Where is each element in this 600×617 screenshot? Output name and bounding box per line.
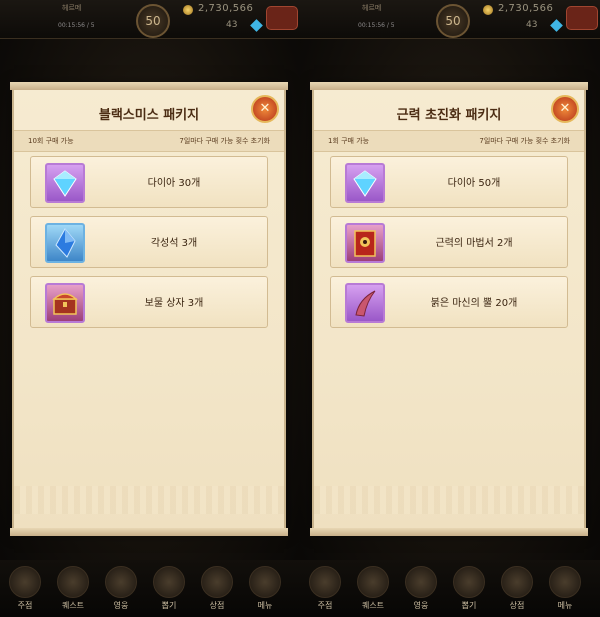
purchase-limit: 1회 구매 가능 <box>328 137 370 145</box>
hero-icon <box>105 566 137 598</box>
scroll-footer-trim <box>14 486 284 514</box>
quest-icon <box>57 566 89 598</box>
gem-icon <box>250 19 263 32</box>
item-label: 근력의 마법서 2개 <box>435 238 513 249</box>
nav-hero[interactable]: 영웅 <box>102 566 140 616</box>
close-button[interactable]: ✕ <box>551 95 579 123</box>
package-item[interactable]: 보물 상자 3개 <box>30 276 268 328</box>
gem-icon <box>550 19 563 32</box>
right-screen: 헤르메 00:15:56 / 5 50 2,730,566 43 근력 초진화 … <box>300 0 600 617</box>
scroll-top-rod <box>10 82 288 90</box>
gold-amount: 2,730,566 <box>198 3 254 14</box>
diamond-icon <box>45 163 85 203</box>
nav-menu[interactable]: 메뉴 <box>546 566 584 616</box>
player-name: 헤르메 <box>62 4 82 12</box>
package-dialog: 근력 초진화 패키지 ✕ 1회 구매 가능 7일마다 구매 가능 횟수 초기화 … <box>310 82 588 536</box>
bottom-nav: 주점 퀘스트 영웅 뽑기 상점 메뉴 <box>0 560 300 617</box>
player-name: 헤르메 <box>362 4 382 12</box>
treasure-chest-icon <box>45 283 85 323</box>
gold-amount: 2,730,566 <box>498 3 554 14</box>
purchase-info-bar: 10회 구매 가능 7일마다 구매 가능 횟수 초기화 <box>14 130 284 152</box>
nav-tavern[interactable]: 주점 <box>306 566 344 616</box>
close-icon: ✕ <box>559 101 571 116</box>
item-label: 붉은 마신의 뿔 20개 <box>430 298 518 309</box>
reset-note: 7일마다 구매 가능 횟수 초기화 <box>179 137 270 145</box>
nav-shop[interactable]: 상점 <box>498 566 536 616</box>
diamond-icon <box>345 163 385 203</box>
scroll-top-rod <box>310 82 588 90</box>
purchase-info-bar: 1회 구매 가능 7일마다 구매 가능 횟수 초기화 <box>314 130 584 152</box>
top-hud: 헤르메 00:15:56 / 5 50 2,730,566 43 <box>0 0 300 39</box>
item-label: 각성석 3개 <box>150 238 198 249</box>
mail-button[interactable] <box>266 6 298 30</box>
spellbook-icon <box>345 223 385 263</box>
nav-shop[interactable]: 상점 <box>198 566 236 616</box>
package-item[interactable]: 다이아 50개 <box>330 156 568 208</box>
item-label: 다이아 30개 <box>147 178 201 189</box>
tavern-icon <box>9 566 41 598</box>
gear-icon <box>249 566 281 598</box>
shop-icon <box>201 566 233 598</box>
dialog-title: 블랙스미스 패키지 <box>98 108 200 123</box>
shop-icon <box>501 566 533 598</box>
gem-amount: 43 <box>526 20 538 30</box>
scroll-footer-trim <box>314 486 584 514</box>
package-item-list: 다이아 30개 각성석 3개 보물 상자 3개 <box>30 156 268 336</box>
purchase-limit: 10회 구매 가능 <box>28 137 74 145</box>
nav-summon[interactable]: 뽑기 <box>150 566 188 616</box>
mail-button[interactable] <box>566 6 598 30</box>
reset-note: 7일마다 구매 가능 횟수 초기화 <box>479 137 570 145</box>
nav-quest[interactable]: 퀘스트 <box>354 566 392 616</box>
stamina-timer: 00:15:56 / 5 <box>58 22 95 29</box>
gold-coin-icon <box>183 5 193 15</box>
package-item[interactable]: 근력의 마법서 2개 <box>330 216 568 268</box>
gold-coin-icon <box>483 5 493 15</box>
gem-amount: 43 <box>226 20 238 30</box>
package-item[interactable]: 다이아 30개 <box>30 156 268 208</box>
bottom-nav: 주점 퀘스트 영웅 뽑기 상점 메뉴 <box>300 560 600 617</box>
left-screen: 헤르메 00:15:56 / 5 50 2,730,566 43 블랙스미스 패… <box>0 0 300 617</box>
close-icon: ✕ <box>259 101 271 116</box>
close-button[interactable]: ✕ <box>251 95 279 123</box>
red-horn-icon <box>345 283 385 323</box>
nav-quest[interactable]: 퀘스트 <box>54 566 92 616</box>
nav-summon[interactable]: 뽑기 <box>450 566 488 616</box>
player-level-badge[interactable]: 50 <box>436 4 470 38</box>
package-item-list: 다이아 50개 근력의 마법서 2개 붉은 마신의 뿔 20개 <box>330 156 568 336</box>
awakening-stone-icon <box>45 223 85 263</box>
dialog-title: 근력 초진화 패키지 <box>396 108 502 123</box>
quest-icon <box>357 566 389 598</box>
gear-icon <box>549 566 581 598</box>
package-dialog: 블랙스미스 패키지 ✕ 10회 구매 가능 7일마다 구매 가능 횟수 초기화 … <box>10 82 288 536</box>
hero-icon <box>405 566 437 598</box>
player-level-badge[interactable]: 50 <box>136 4 170 38</box>
summon-icon <box>153 566 185 598</box>
tavern-icon <box>309 566 341 598</box>
package-item[interactable]: 붉은 마신의 뿔 20개 <box>330 276 568 328</box>
item-label: 다이아 50개 <box>447 178 501 189</box>
package-item[interactable]: 각성석 3개 <box>30 216 268 268</box>
scroll-bottom-rod <box>10 528 288 536</box>
stamina-timer: 00:15:56 / 5 <box>358 22 395 29</box>
nav-tavern[interactable]: 주점 <box>6 566 44 616</box>
nav-menu[interactable]: 메뉴 <box>246 566 284 616</box>
summon-icon <box>453 566 485 598</box>
nav-hero[interactable]: 영웅 <box>402 566 440 616</box>
item-label: 보물 상자 3개 <box>144 298 204 309</box>
scroll-bottom-rod <box>310 528 588 536</box>
top-hud: 헤르메 00:15:56 / 5 50 2,730,566 43 <box>300 0 600 39</box>
